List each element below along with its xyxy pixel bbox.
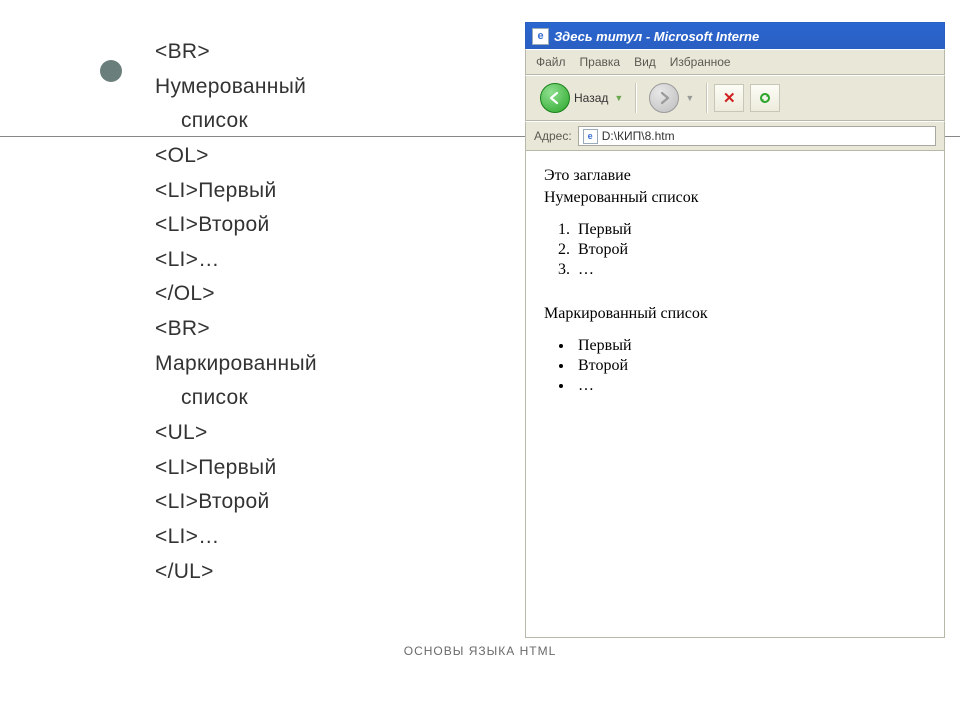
back-label: Назад (574, 91, 608, 105)
list-item: Второй (574, 357, 926, 375)
code-line: <LI>Второй (155, 485, 480, 520)
code-line: </OL> (155, 277, 480, 312)
code-line: Нумерованный (155, 70, 480, 105)
back-arrow-icon (540, 83, 570, 113)
code-line: <OL> (155, 139, 480, 174)
window-title: Здесь титул - Microsoft Interne (554, 29, 759, 44)
separator (706, 83, 708, 113)
chevron-down-icon: ▼ (614, 93, 623, 103)
slide: <BR> Нумерованный список <OL> <LI>Первый… (0, 0, 960, 720)
refresh-button[interactable] (750, 84, 780, 112)
code-line: <LI>… (155, 520, 480, 555)
forward-arrow-icon (649, 83, 679, 113)
code-line: список (155, 104, 480, 139)
list-item: Первый (574, 221, 926, 239)
menu-favorites[interactable]: Избранное (670, 55, 731, 69)
unordered-list: Первый Второй … (574, 337, 926, 395)
menu-edit[interactable]: Правка (580, 55, 621, 69)
list-item: Первый (574, 337, 926, 355)
address-bar: Адрес: e D:\КИП\8.htm (525, 121, 945, 151)
page-icon: e (583, 129, 598, 144)
address-value: D:\КИП\8.htm (602, 129, 675, 143)
code-line: <LI>… (155, 243, 480, 278)
unordered-list-title: Маркированный список (544, 305, 926, 323)
address-input[interactable]: e D:\КИП\8.htm (578, 126, 936, 146)
bullet-marker (100, 60, 122, 82)
code-pane: <BR> Нумерованный список <OL> <LI>Первый… (155, 35, 480, 589)
menu-view[interactable]: Вид (634, 55, 656, 69)
code-line: список (155, 381, 480, 416)
page-body: Это заглавие Нумерованный список Первый … (525, 151, 945, 638)
ordered-list: Первый Второй … (574, 221, 926, 279)
code-line: <UL> (155, 416, 480, 451)
footer-caption: ОСНОВЫ ЯЗЫКА HTML (0, 644, 960, 658)
menu-file[interactable]: Файл (536, 55, 566, 69)
code-line: <LI>Второй (155, 208, 480, 243)
code-line: <BR> (155, 35, 480, 70)
titlebar: e Здесь титул - Microsoft Interne (525, 22, 945, 49)
list-item: … (574, 377, 926, 395)
page-heading: Это заглавие (544, 167, 926, 185)
code-line: <LI>Первый (155, 451, 480, 486)
code-line: </UL> (155, 555, 480, 590)
list-item: Второй (574, 241, 926, 259)
code-line: <LI>Первый (155, 174, 480, 209)
list-item: … (574, 261, 926, 279)
chevron-down-icon: ▼ (685, 93, 694, 103)
toolbar: Назад ▼ ▼ ✕ (525, 75, 945, 121)
forward-button[interactable]: ▼ (643, 83, 700, 113)
ordered-list-title: Нумерованный список (544, 189, 926, 207)
browser-window: e Здесь титул - Microsoft Interne Файл П… (525, 22, 945, 602)
separator (635, 83, 637, 113)
stop-button[interactable]: ✕ (714, 84, 744, 112)
code-line: Маркированный (155, 347, 480, 382)
page-icon: e (532, 28, 549, 45)
back-button[interactable]: Назад ▼ (534, 83, 629, 113)
code-line: <BR> (155, 312, 480, 347)
menubar: Файл Правка Вид Избранное (525, 49, 945, 75)
address-label: Адрес: (534, 129, 572, 143)
